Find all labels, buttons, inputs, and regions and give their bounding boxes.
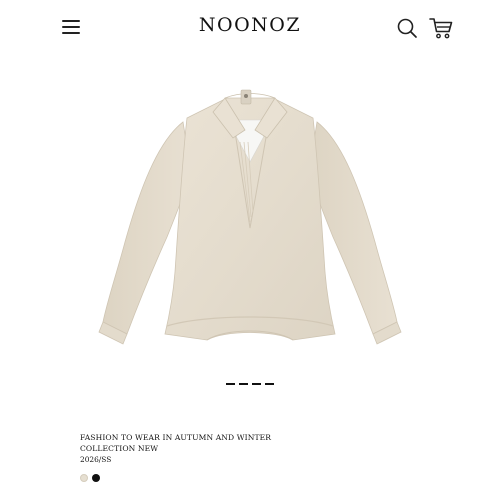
carousel-dot[interactable] [265,383,274,385]
carousel-indicator [226,381,274,387]
hamburger-menu-icon [62,20,80,22]
hamburger-menu-icon-line [62,32,80,34]
product-title-line-1: FASHION TO WEAR IN AUTUMN AND WINTER [80,433,272,442]
brand-logo[interactable]: NOONOZ [199,14,301,36]
search-icon [397,18,417,38]
cart-button[interactable] [428,15,454,41]
hamburger-menu-icon-line [62,26,80,28]
color-swatch-black[interactable] [92,474,100,482]
product-title-line-2: COLLECTION NEW [80,444,159,453]
search-button[interactable] [395,16,419,40]
carousel-dot[interactable] [252,383,261,385]
carousel-dot[interactable] [239,383,248,385]
menu-button[interactable] [60,16,84,38]
color-swatch-beige[interactable] [80,474,88,482]
beige-v-neck-pullover-shirt [98,89,402,345]
site-header: NOONOZ [0,0,500,58]
product-info: FASHION TO WEAR IN AUTUMN AND WINTER COL… [80,432,420,465]
product-season: 2026/SS [80,455,112,464]
product-image[interactable] [95,72,405,362]
color-swatches [80,474,120,484]
carousel-dot[interactable] [226,383,235,385]
shopping-cart-icon [429,18,453,39]
